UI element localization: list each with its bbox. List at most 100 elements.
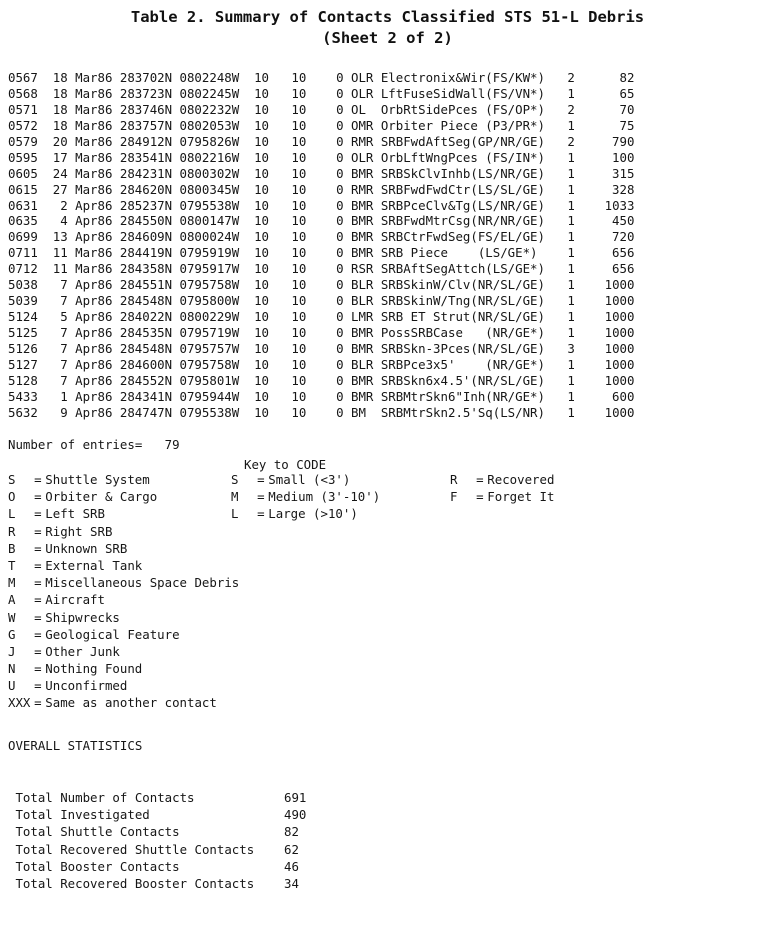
- table-row: 5124 5 Apr86 284022N 0800229W 10 10 0 LMR SRB ET …: [8, 309, 634, 325]
- legend-value: Left SRB: [45, 506, 105, 522]
- table-row: 5126 7 Apr86 284548N 0795757W 10 10 0 BMR SRBSkn-…: [8, 341, 634, 357]
- contact-latitude: 283757N: [119, 117, 173, 133]
- table-row: 0615 27 Mar86 284620N 0800345W 10 10 0 RMR SRBFwd…: [8, 182, 634, 198]
- contact-day: 2: [60, 197, 68, 213]
- contact-value-2: 10: [291, 101, 307, 117]
- contact-description: SRBSkinW/Clv(NR/SL/GE): [380, 277, 545, 293]
- contact-latitude: 284550N: [119, 213, 173, 229]
- contact-class-code: BLR: [351, 277, 374, 293]
- legend-key: M: [231, 489, 239, 505]
- contact-value-3: 0: [336, 101, 344, 117]
- contact-value-3: 0: [336, 293, 344, 309]
- legend-key: G: [8, 626, 16, 642]
- contact-longitude: 0795919W: [179, 245, 240, 261]
- contact-size: 1000: [604, 277, 635, 293]
- statistic-label: Total Investigated: [8, 807, 150, 823]
- contact-value-1: 10: [254, 277, 270, 293]
- contact-description: SRBSkn6x4.5'(NR/SL/GE): [380, 372, 545, 388]
- table-row: 0605 24 Mar86 284231N 0800302W 10 10 0 BMR SRBSkC…: [8, 166, 634, 182]
- contact-value-2: 10: [291, 356, 307, 372]
- contact-month: Mar86: [75, 117, 113, 133]
- contact-quantity: 1: [567, 165, 575, 181]
- contact-month: Apr86: [75, 325, 113, 340]
- contact-month: Apr86: [75, 404, 113, 420]
- contact-day: 7: [60, 372, 68, 388]
- contact-quantity: 1: [567, 213, 575, 229]
- contact-id: 0712: [8, 261, 38, 277]
- contact-month: Mar86: [75, 181, 113, 197]
- legend-key: O: [8, 489, 16, 505]
- legend-equals: =: [34, 643, 42, 659]
- legend-equals: =: [257, 472, 265, 487]
- contact-description: SRB Piece (LS/GE*): [380, 245, 538, 261]
- statistic-value: 46: [284, 858, 299, 874]
- contact-value-3: 0: [336, 213, 344, 229]
- contact-value-3: 0: [336, 197, 344, 213]
- contact-description: OrbRtSidePces (FS/OP*): [380, 101, 545, 117]
- contact-id: 5128: [8, 372, 38, 388]
- contact-day: 11: [52, 245, 68, 261]
- contact-description: SRBFwdAftSeg(GP/NR/GE): [380, 133, 545, 149]
- contact-longitude: 0795538W: [179, 197, 240, 213]
- contact-day: 7: [60, 293, 68, 309]
- contact-value-2: 10: [291, 165, 307, 181]
- contact-month: Mar86: [75, 101, 113, 117]
- contact-month: Apr86: [75, 388, 113, 404]
- legend-equals: =: [34, 540, 42, 556]
- contact-id: 5039: [8, 293, 38, 309]
- contact-description: Electronix&Wir(FS/KW*): [380, 70, 545, 85]
- contact-value-2: 10: [291, 70, 307, 85]
- contact-latitude: 284912N: [119, 133, 173, 149]
- contact-id: 5632: [8, 404, 38, 420]
- legend-value: Orbiter & Cargo: [45, 489, 158, 505]
- contact-day: 20: [52, 133, 68, 149]
- contact-description: SRB ET Strut(NR/SL/GE): [380, 309, 545, 325]
- contact-id: 0568: [8, 85, 38, 101]
- contact-class-code: BLR: [351, 356, 374, 372]
- contact-longitude: 0795801W: [179, 372, 240, 388]
- document-page: Table 2. Summary of Contacts Classified …: [0, 0, 775, 891]
- statistic-row: Total Investigated 490: [8, 806, 306, 823]
- contact-value-3: 0: [336, 340, 344, 356]
- legend-item: L = Left SRB: [8, 505, 239, 522]
- contact-class-code: LMR: [351, 309, 374, 325]
- legend-equals: =: [34, 472, 42, 487]
- contact-size: 1000: [604, 340, 635, 356]
- legend-equals: =: [476, 489, 484, 505]
- contact-value-2: 10: [291, 293, 307, 309]
- contact-longitude: 0800024W: [179, 229, 240, 245]
- contact-longitude: 0795538W: [179, 404, 240, 420]
- contact-value-1: 10: [254, 325, 270, 340]
- contact-longitude: 0795800W: [179, 293, 240, 309]
- legend-value: Nothing Found: [45, 661, 143, 677]
- contact-value-3: 0: [336, 181, 344, 197]
- contact-day: 18: [52, 70, 68, 85]
- legend-item: A = Aircraft: [8, 591, 239, 608]
- legend-item: R = Recovered: [450, 471, 554, 488]
- legend-item: U = Unconfirmed: [8, 677, 239, 694]
- contact-value-3: 0: [336, 325, 344, 340]
- contact-value-2: 10: [291, 133, 307, 149]
- statistic-label: Total Booster Contacts: [8, 858, 180, 874]
- contact-value-2: 10: [291, 213, 307, 229]
- contact-value-1: 10: [254, 133, 270, 149]
- contact-id: 5125: [8, 325, 38, 340]
- legend-item: B = Unknown SRB: [8, 540, 239, 557]
- table-row: 0595 17 Mar86 283541N 0802216W 10 10 0 OLR OrbLft…: [8, 150, 634, 166]
- contact-description: SRBSkinW/Tng(NR/SL/GE): [380, 293, 545, 309]
- contact-month: Apr86: [75, 293, 113, 309]
- legend-equals: =: [34, 489, 42, 505]
- statistic-row: Total Booster Contacts 46: [8, 858, 306, 875]
- contact-description: SRBFwdMtrCsg(NR/NR/GE): [380, 213, 545, 229]
- contact-size: 65: [619, 85, 635, 101]
- contact-quantity: 1: [567, 197, 575, 213]
- table-row: 5128 7 Apr86 284552N 0795801W 10 10 0 BMR SRBSkn6…: [8, 373, 634, 389]
- contact-description: SRBPce3x5' (NR/GE*): [380, 356, 545, 372]
- key-to-code-heading: Key to CODE: [244, 457, 327, 472]
- contact-latitude: 284535N: [119, 325, 173, 340]
- contact-value-1: 10: [254, 213, 270, 229]
- legend-size-column: S = Small (<3') M = Medium (3'-10') L = Large (>…: [231, 471, 380, 523]
- statistic-row: Total Recovered Shuttle Contacts 62: [8, 841, 306, 858]
- contact-value-3: 0: [336, 229, 344, 245]
- contact-value-3: 0: [336, 149, 344, 165]
